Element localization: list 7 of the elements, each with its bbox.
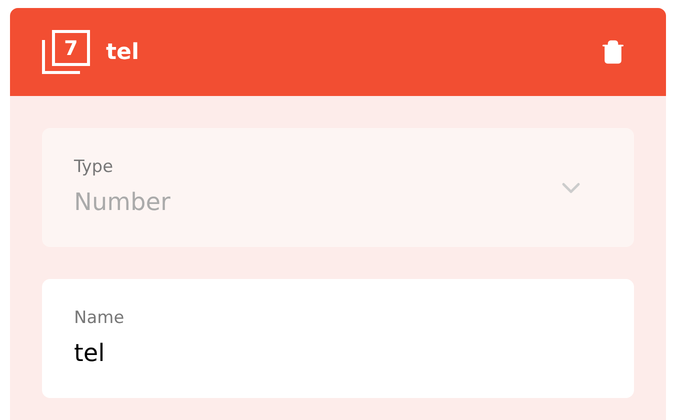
delete-icon[interactable] bbox=[600, 39, 626, 65]
card-title: tel bbox=[106, 38, 139, 66]
name-field[interactable]: Name tel bbox=[42, 279, 634, 398]
field-label: Type bbox=[74, 156, 114, 179]
field-label: Name bbox=[74, 306, 124, 330]
field-value: tel bbox=[74, 338, 106, 370]
field-value: Number bbox=[74, 187, 170, 218]
